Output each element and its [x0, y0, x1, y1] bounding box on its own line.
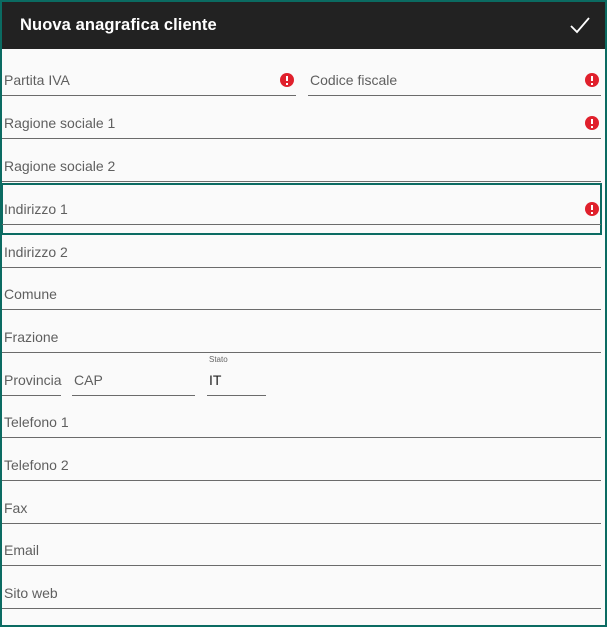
- indirizzo-1-placeholder: Indirizzo 1: [4, 201, 68, 217]
- comune-field[interactable]: Comune: [2, 282, 601, 310]
- comune-placeholder: Comune: [4, 286, 57, 302]
- sito-web-field[interactable]: Sito web: [2, 581, 601, 609]
- telefono-1-underline: [2, 437, 601, 438]
- frazione-underline: [2, 352, 601, 353]
- frazione-placeholder: Frazione: [4, 329, 59, 345]
- error-icon: [585, 73, 599, 87]
- provincia-field[interactable]: Provincia: [2, 368, 62, 396]
- telefono-1-placeholder: Telefono 1: [4, 414, 69, 430]
- error-icon: [585, 116, 599, 130]
- partita-iva-field[interactable]: Partita IVA: [2, 68, 296, 96]
- page-title: Nuova anagrafica cliente: [20, 16, 217, 34]
- ragione-sociale-1-field[interactable]: Ragione sociale 1: [2, 111, 601, 139]
- fax-placeholder: Fax: [4, 500, 28, 516]
- fax-field[interactable]: Fax: [2, 496, 601, 524]
- provincia-underline: [2, 395, 61, 396]
- cap-underline: [72, 395, 195, 396]
- email-underline: [2, 565, 601, 566]
- comune-underline: [2, 309, 601, 310]
- sito-web-placeholder: Sito web: [4, 585, 58, 601]
- codice-fiscale-field[interactable]: Codice fiscale: [308, 68, 601, 96]
- codice-fiscale-underline: [308, 95, 601, 96]
- telefono-2-underline: [2, 480, 601, 481]
- stato-value: IT: [209, 372, 222, 388]
- error-icon: [585, 202, 599, 216]
- fax-underline: [2, 523, 601, 524]
- check-icon[interactable]: [569, 14, 591, 36]
- cap-field[interactable]: CAP: [72, 368, 195, 396]
- sito-web-underline: [2, 608, 601, 609]
- ragione-sociale-2-placeholder: Ragione sociale 2: [4, 158, 116, 174]
- indirizzo-2-placeholder: Indirizzo 2: [4, 244, 68, 260]
- ragione-sociale-2-underline: [2, 181, 601, 182]
- email-field[interactable]: Email: [2, 538, 601, 566]
- stato-label: Stato: [209, 355, 228, 364]
- indirizzo-1-field[interactable]: Indirizzo 1: [2, 197, 601, 225]
- stato-field[interactable]: Stato IT: [207, 355, 266, 396]
- indirizzo-2-underline: [2, 267, 601, 268]
- error-icon: [280, 73, 294, 87]
- app-bar: Nuova anagrafica cliente: [2, 2, 605, 49]
- telefono-2-field[interactable]: Telefono 2: [2, 453, 601, 481]
- stato-underline: [207, 395, 266, 396]
- email-placeholder: Email: [4, 542, 40, 558]
- codice-fiscale-placeholder: Codice fiscale: [310, 72, 398, 88]
- telefono-2-placeholder: Telefono 2: [4, 457, 69, 473]
- indirizzo-1-underline: [2, 224, 601, 225]
- telefono-1-field[interactable]: Telefono 1: [2, 410, 601, 438]
- provincia-placeholder: Provincia: [4, 372, 62, 388]
- cap-placeholder: CAP: [74, 372, 103, 388]
- ragione-sociale-1-underline: [2, 138, 601, 139]
- ragione-sociale-2-field[interactable]: Ragione sociale 2: [2, 154, 601, 182]
- partita-iva-placeholder: Partita IVA: [4, 72, 70, 88]
- indirizzo-2-field[interactable]: Indirizzo 2: [2, 240, 601, 268]
- ragione-sociale-1-placeholder: Ragione sociale 1: [4, 115, 116, 131]
- partita-iva-underline: [2, 95, 296, 96]
- frazione-field[interactable]: Frazione: [2, 325, 601, 353]
